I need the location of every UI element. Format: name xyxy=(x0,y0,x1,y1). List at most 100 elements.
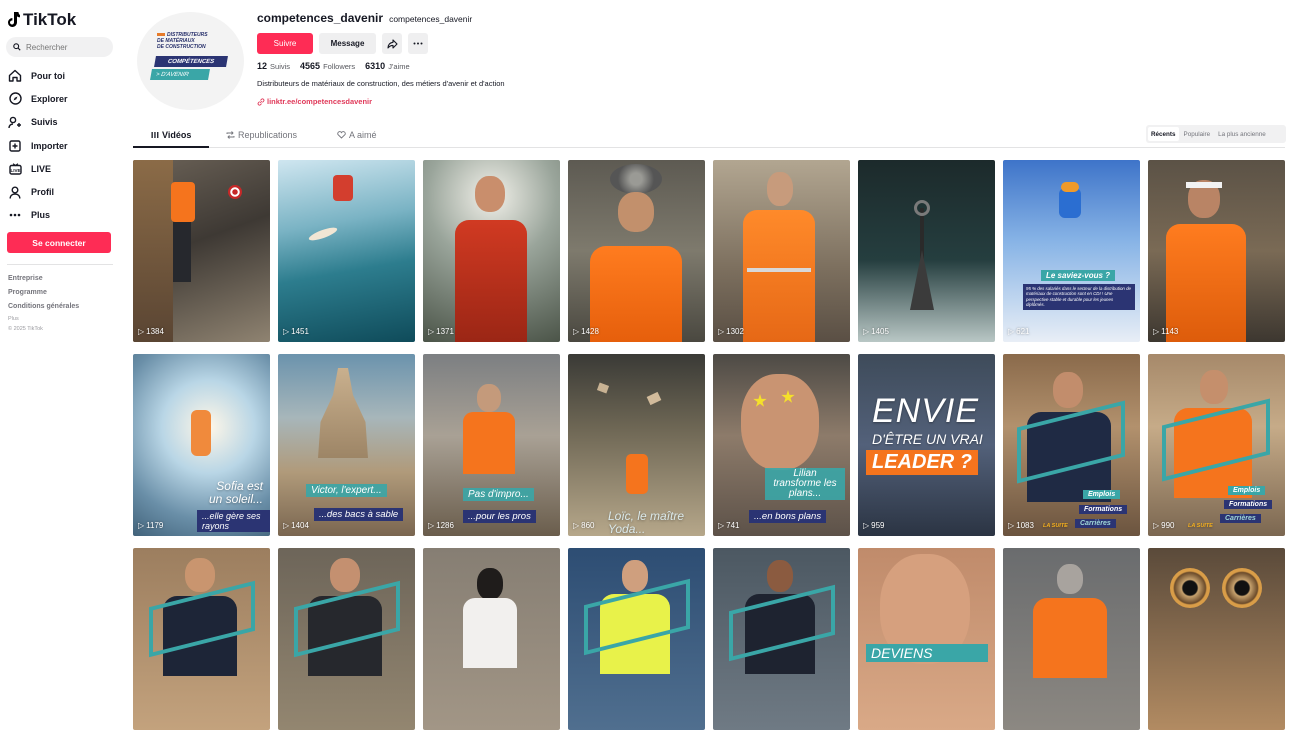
video-card[interactable]: ▷ 1428 xyxy=(568,160,705,342)
sort-recent[interactable]: Récents xyxy=(1148,127,1179,141)
profile-nickname: competences_davenir xyxy=(389,14,473,24)
upload-icon xyxy=(8,139,22,153)
video-card[interactable]: Emplois Formations Carrières LA SUITE ▷ 9… xyxy=(1148,354,1285,536)
video-card[interactable] xyxy=(568,548,705,730)
nav-for-you[interactable]: Pour toi xyxy=(8,64,68,87)
footer-link-company[interactable]: Entreprise xyxy=(8,275,79,289)
video-card[interactable] xyxy=(278,548,415,730)
play-icon: ▷ xyxy=(573,521,580,530)
video-card[interactable]: ▷ 1302 xyxy=(713,160,850,342)
more-options-button[interactable] xyxy=(408,33,428,54)
video-card[interactable]: Le saviez-vous ? 95 % des salariés dans … xyxy=(1003,160,1140,342)
brand-name: TikTok xyxy=(23,10,77,29)
video-card[interactable]: Lilian transforme les plans... ...en bon… xyxy=(713,354,850,536)
content-tabs: Vidéos Republications A aimé xyxy=(133,126,1285,148)
nav-label: Importer xyxy=(31,140,68,151)
card-title: ENVIE xyxy=(872,392,980,430)
nav-live[interactable]: LIVE LIVE xyxy=(8,157,68,180)
view-count: ▷ 1384 xyxy=(138,327,164,336)
footer-links: Entreprise Programme Conditions générale… xyxy=(8,275,79,317)
nav-more[interactable]: Plus xyxy=(8,204,68,227)
share-button[interactable] xyxy=(382,33,402,54)
card-title: Victor, l'expert... xyxy=(306,484,387,497)
nav-label: Suivis xyxy=(31,117,58,128)
live-icon: LIVE xyxy=(8,162,22,176)
video-card[interactable]: Emplois Formations Carrières LA SUITE ▷ 1… xyxy=(1003,354,1140,536)
nav-label: Explorer xyxy=(31,93,68,104)
play-icon: ▷ xyxy=(428,521,435,530)
profile-link[interactable]: linktr.ee/competencesdavenir xyxy=(257,97,372,106)
video-card[interactable] xyxy=(423,548,560,730)
profile-actions: Suivre Message xyxy=(257,33,428,54)
video-card[interactable]: Sofia est un soleil... ...elle gère ses … xyxy=(133,354,270,536)
view-count: ▷ 990 xyxy=(1153,521,1175,530)
profile-avatar[interactable]: DISTRIBUTEURS DE MATÉRIAUX DE CONSTRUCTI… xyxy=(137,12,244,110)
play-icon: ▷ xyxy=(1008,521,1015,530)
video-card[interactable] xyxy=(133,548,270,730)
search-input[interactable] xyxy=(26,42,106,52)
video-card[interactable] xyxy=(1148,548,1285,730)
video-card[interactable]: ▷ 1405 xyxy=(858,160,995,342)
follow-button[interactable]: Suivre xyxy=(257,33,313,54)
card-item: Emplois xyxy=(1228,486,1266,495)
search-bar[interactable] xyxy=(6,37,113,57)
footer-small: Plus © 2025 TikTok xyxy=(8,316,43,336)
card-title: Lilian transforme les plans... xyxy=(765,468,845,500)
message-button[interactable]: Message xyxy=(319,33,376,54)
view-count: ▷ 1405 xyxy=(863,327,889,336)
profile-stats: 12 Suivis 4565 Followers 6310 J'aime xyxy=(257,61,410,71)
tab-liked[interactable]: A aimé xyxy=(337,130,377,140)
play-icon: ▷ xyxy=(1153,521,1160,530)
tab-active-indicator xyxy=(133,146,209,148)
video-card[interactable]: Loïc, le maître Yoda... ▷ 860 xyxy=(568,354,705,536)
video-card[interactable]: ▷ 1451 xyxy=(278,160,415,342)
avatar-badge-avenir: > D'AVENIR xyxy=(150,69,210,80)
play-icon: ▷ xyxy=(138,327,145,336)
tiktok-logo[interactable]: TikTok xyxy=(8,10,76,30)
card-item: Formations xyxy=(1079,505,1128,514)
footer-more-link[interactable]: Plus xyxy=(8,316,43,326)
svg-text:LIVE: LIVE xyxy=(10,168,20,173)
profile-link-text: linktr.ee/competencesdavenir xyxy=(267,97,373,106)
nav-profile[interactable]: Profil xyxy=(8,180,68,203)
video-card[interactable]: ▷ 1371 xyxy=(423,160,560,342)
video-card[interactable]: Victor, l'expert... ...des bacs à sable … xyxy=(278,354,415,536)
video-card[interactable]: ▷ 1384 xyxy=(133,160,270,342)
login-button[interactable]: Se connecter xyxy=(7,232,111,253)
grid-icon xyxy=(151,132,159,138)
stat-followers[interactable]: 4565 Followers xyxy=(300,61,355,71)
play-icon: ▷ xyxy=(718,327,725,336)
video-card[interactable]: ENVIE D'ÊTRE UN VRAI LEADER ? ▷ 959 xyxy=(858,354,995,536)
card-title: Pas d'impro... xyxy=(463,488,534,501)
play-icon: ▷ xyxy=(573,327,580,336)
profile-names: competences_davenir competences_davenir xyxy=(257,11,472,25)
share-icon xyxy=(386,38,398,49)
nav-explore[interactable]: Explorer xyxy=(8,87,68,110)
view-count: ▷ 1179 xyxy=(138,521,164,530)
stat-following[interactable]: 12 Suivis xyxy=(257,61,290,71)
card-title: Le saviez-vous ? xyxy=(1041,270,1116,281)
play-icon: ▷ xyxy=(863,327,870,336)
view-count: ▷ 1286 xyxy=(428,521,454,530)
video-card[interactable]: ▷ 1143 xyxy=(1148,160,1285,342)
video-card[interactable]: Pas d'impro... ...pour les pros ▷ 1286 xyxy=(423,354,560,536)
tab-reposts[interactable]: Republications xyxy=(226,130,297,140)
play-icon: ▷ xyxy=(863,521,870,530)
play-icon: ▷ xyxy=(1153,327,1160,336)
tab-label: Republications xyxy=(238,130,298,140)
profile-icon xyxy=(8,185,22,199)
video-card[interactable] xyxy=(713,548,850,730)
nav-upload[interactable]: Importer xyxy=(8,134,68,157)
footer-link-program[interactable]: Programme xyxy=(8,289,79,303)
card-title: DEVIENS xyxy=(866,644,988,662)
card-item: Formations xyxy=(1224,500,1273,509)
nav-following[interactable]: Suivis xyxy=(8,111,68,134)
sort-oldest[interactable]: La plus ancienne xyxy=(1215,127,1269,141)
sort-popular[interactable]: Populaire xyxy=(1181,127,1214,141)
footer-link-terms[interactable]: Conditions générales xyxy=(8,303,79,317)
ellipsis-icon xyxy=(413,42,423,45)
tab-videos[interactable]: Vidéos xyxy=(151,130,191,140)
video-card[interactable] xyxy=(1003,548,1140,730)
video-card[interactable]: DEVIENS xyxy=(858,548,995,730)
main-nav: Pour toi Explorer Suivis Importer LIVE L… xyxy=(8,64,68,227)
